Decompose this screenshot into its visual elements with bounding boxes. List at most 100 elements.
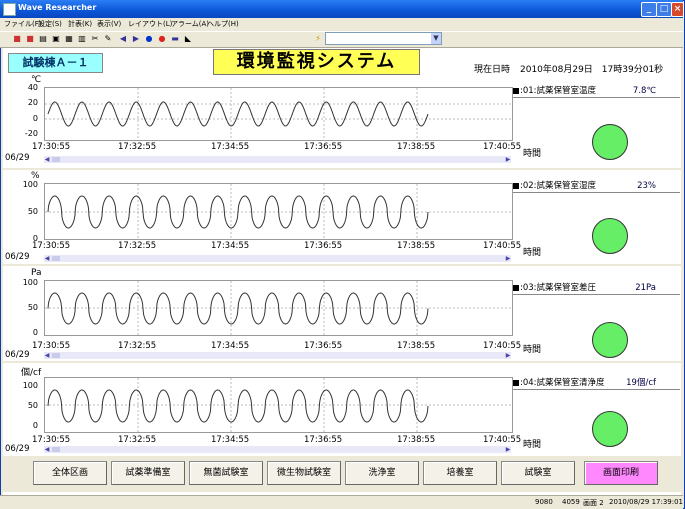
open-icon[interactable]: ▤ [38, 34, 48, 44]
app-icon [3, 3, 16, 16]
menu-alarm[interactable]: アラーム(A) [171, 19, 209, 29]
scroll-left-icon[interactable]: ◀ [44, 352, 50, 359]
time-scrollbar[interactable]: ◀ ▶ [44, 352, 511, 359]
time-scrollbar[interactable]: ◀ ▶ [44, 446, 511, 453]
time-scrollbar[interactable]: ◀ ▶ [44, 255, 511, 262]
scroll-thumb[interactable] [52, 353, 60, 358]
edit-icon[interactable]: ✎ [103, 34, 113, 44]
y-tick: 100 [22, 278, 38, 287]
date-label: 06/29 [5, 252, 30, 262]
scroll-left-icon[interactable]: ◀ [44, 156, 50, 163]
unit-label: 個/cf [21, 368, 42, 378]
datetime-value: 2010年08月29日 17時39分01秒 [520, 65, 664, 75]
sensor-value: 21Pa [635, 283, 656, 293]
menu-view[interactable]: 表示(V) [97, 19, 121, 29]
sensor-marker [513, 379, 519, 386]
scroll-right-icon[interactable]: ▶ [505, 352, 511, 359]
nav-button-overview[interactable]: 全体区画 [33, 461, 107, 485]
selector-dropdown[interactable]: ▼ [325, 32, 442, 45]
y-tick: 20 [27, 98, 38, 107]
sensor-header: :03:試薬保管室差圧 21Pa [513, 282, 680, 295]
y-tick: -20 [24, 129, 38, 138]
page-title: 環境監視システム [213, 49, 420, 75]
menu-settings[interactable]: 設定(S) [38, 19, 62, 29]
menu-layout[interactable]: レイアウト(L) [128, 19, 172, 29]
record-icon[interactable]: ■ [25, 34, 35, 44]
date-label: 06/29 [5, 350, 30, 360]
x-tick: 17:36:55 [304, 435, 343, 445]
x-tick: 17:34:55 [211, 341, 250, 351]
trend-plot[interactable] [44, 183, 513, 240]
next-icon[interactable]: ▶ [131, 34, 141, 44]
x-tick: 17:38:55 [397, 341, 436, 351]
y-tick: 100 [22, 381, 38, 390]
globe-icon[interactable]: ● [144, 34, 154, 44]
nav-button-wash-room[interactable]: 洗浄室 [345, 461, 419, 485]
x-tick: 17:40:55 [483, 435, 522, 445]
sensor-value: 7.8℃ [632, 86, 656, 96]
scroll-thumb[interactable] [52, 256, 60, 261]
x-tick: 17:30:55 [32, 341, 71, 351]
x-tick: 17:32:55 [118, 341, 157, 351]
copy-icon[interactable]: ▥ [77, 34, 87, 44]
scroll-left-icon[interactable]: ◀ [44, 255, 50, 262]
close-button[interactable]: × [671, 2, 684, 17]
scroll-left-icon[interactable]: ◀ [44, 446, 50, 453]
cut-icon[interactable]: ✂ [90, 34, 100, 44]
date-label: 06/29 [5, 444, 30, 454]
trend-plot[interactable] [44, 377, 513, 433]
scroll-thumb[interactable] [52, 447, 60, 452]
scroll-right-icon[interactable]: ▶ [505, 255, 511, 262]
monitor-icon[interactable]: ▬ [170, 34, 180, 44]
print-screen-button[interactable]: 画面印刷 [584, 461, 658, 485]
status-count: 4059 [562, 498, 580, 506]
menu-report[interactable]: 計表(K) [68, 19, 92, 29]
nav-button-sterile-room[interactable]: 無菌試験室 [189, 461, 263, 485]
save-icon[interactable]: ▣ [51, 34, 61, 44]
unit-label: Pa [31, 268, 42, 278]
chevron-down-icon[interactable]: ▼ [431, 33, 441, 44]
nav-button-prep-room[interactable]: 試薬準備室 [111, 461, 185, 485]
prev-icon[interactable]: ◀ [118, 34, 128, 44]
x-tick: 17:36:55 [304, 341, 343, 351]
sensor-marker [513, 182, 519, 189]
maximize-button[interactable]: □ [656, 2, 672, 17]
lightning-icon[interactable]: ⚡ [313, 34, 323, 44]
scroll-right-icon[interactable]: ▶ [505, 156, 511, 163]
y-tick: 50 [27, 207, 38, 216]
x-tick: 17:32:55 [118, 142, 157, 152]
x-tick: 17:38:55 [397, 241, 436, 251]
alarm-icon[interactable]: ● [157, 34, 167, 44]
scroll-right-icon[interactable]: ▶ [505, 446, 511, 453]
trend-wave [45, 378, 512, 432]
nav-button-microbe-room[interactable]: 微生物試験室 [267, 461, 341, 485]
nav-button-culture-room[interactable]: 培養室 [423, 461, 497, 485]
trend-plot[interactable] [44, 280, 513, 336]
time-axis-label: 時間 [523, 345, 542, 355]
time-axis-label: 時間 [523, 149, 542, 159]
sensor-header: :01:試薬保管室温度 7.8℃ [513, 85, 680, 98]
x-tick: 17:36:55 [304, 142, 343, 152]
sensor-value: 23% [637, 181, 656, 191]
status-lamp [592, 124, 628, 160]
y-tick: 0 [32, 328, 38, 337]
x-tick: 17:40:55 [483, 241, 522, 251]
time-scrollbar[interactable]: ◀ ▶ [44, 156, 511, 163]
menu-help[interactable]: ヘルプ(H) [207, 19, 239, 29]
sensor-header: :04:試薬保管室清浄度 19個/cf [513, 377, 680, 390]
building-label: 試験棟Ａ－１ [8, 53, 103, 73]
x-tick: 17:32:55 [118, 435, 157, 445]
menu-file[interactable]: ファイル(F) [4, 19, 42, 29]
scroll-thumb[interactable] [52, 157, 60, 162]
x-tick: 17:38:55 [397, 435, 436, 445]
time-axis-label: 時間 [523, 440, 542, 450]
print-icon[interactable]: ▦ [64, 34, 74, 44]
stop-icon[interactable]: ■ [12, 34, 22, 44]
menu-bar: ファイル(F) 設定(S) 計表(K) 表示(V) レイアウト(L) アラーム(… [0, 18, 683, 31]
status-time: 2010/08/29 17:39:01 [609, 498, 684, 506]
trend-plot[interactable] [44, 87, 513, 141]
chart-icon[interactable]: ◣ [183, 34, 193, 44]
nav-button-test-room[interactable]: 試験室 [501, 461, 575, 485]
minimize-button[interactable]: _ [641, 2, 657, 17]
window-title: Wave Researcher [18, 3, 97, 12]
